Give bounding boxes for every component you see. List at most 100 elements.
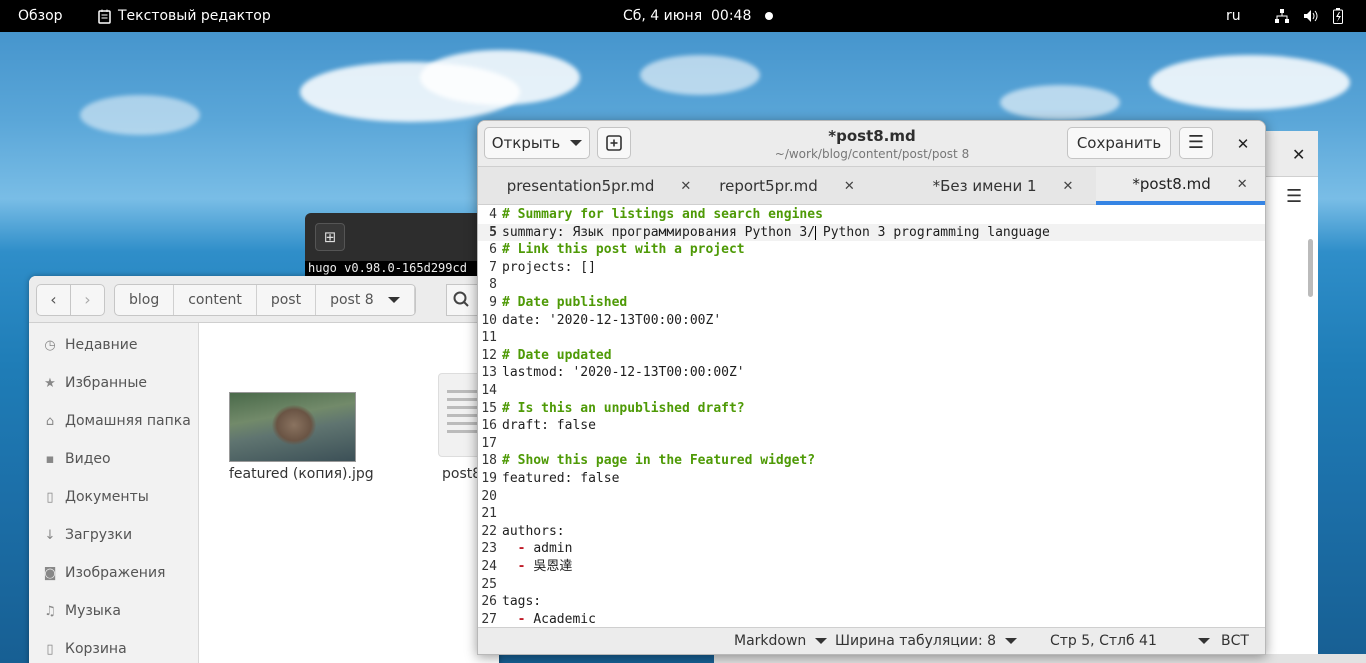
open-button[interactable]: Открыть (484, 127, 590, 159)
code-line[interactable]: 19 featured: false (478, 470, 1265, 488)
chevron-down-icon (815, 638, 828, 644)
tab[interactable]: *post8.md ✕ (1096, 167, 1265, 205)
file-name[interactable]: post8 (442, 466, 481, 482)
text-editor-window: Открыть *post8.md ~/work/blog/content/po… (477, 120, 1266, 655)
code-line[interactable]: 8 (478, 276, 1265, 294)
close-tab-icon[interactable]: ✕ (1063, 179, 1074, 194)
new-tab-icon[interactable]: ⊞ (315, 223, 345, 251)
code-line[interactable]: 14 (478, 382, 1265, 400)
code-line[interactable]: 20 (478, 488, 1265, 506)
comment-text: # Date updated (502, 347, 612, 363)
video-icon: ▪ (45, 451, 55, 467)
sidebar-item-trash[interactable]: ▯ Корзина (43, 637, 126, 661)
sidebar-item-downloads[interactable]: ↓ Загрузки (43, 523, 133, 547)
sidebar-item-recent[interactable]: ◷ Недавние (43, 333, 137, 357)
close-icon[interactable]: ✕ (1292, 145, 1305, 164)
code-line[interactable]: 17 (478, 435, 1265, 453)
file-manager-header: ‹ › blog content post post 8 (29, 276, 499, 323)
close-icon[interactable]: ✕ (1230, 134, 1256, 154)
list-item-text: Academic (533, 611, 596, 627)
sidebar-item-music[interactable]: ♫ Музыка (43, 599, 121, 623)
breadcrumb-item[interactable]: content (174, 285, 257, 315)
text-editor-area[interactable]: 4 # Summary for listings and search engin… (478, 205, 1265, 627)
sidebar-item-documents[interactable]: ▯ Документы (43, 485, 148, 509)
code-text: authors: (502, 523, 565, 539)
language-label: Markdown (734, 633, 807, 649)
list-bullet: - (502, 611, 534, 627)
status-bar: Markdown Ширина табуляции: 8 Стр 5, Стлб… (478, 627, 1265, 654)
code-line[interactable]: 10 date: '2020-12-13T00:00:00Z' (478, 312, 1265, 330)
comment-text: # Date published (502, 295, 628, 310)
top-bar: Обзор Текстовый редактор Сб, 4 июня 00:4… (0, 0, 1366, 32)
code-line[interactable]: 25 (478, 576, 1265, 594)
image-thumbnail[interactable] (229, 392, 356, 462)
code-line[interactable]: 9 # Date published (478, 294, 1265, 312)
code-line[interactable]: 21 (478, 505, 1265, 523)
sidebar-item-starred[interactable]: ★ Избранные (43, 371, 147, 395)
code-line[interactable]: 13 lastmod: '2020-12-13T00:00:00Z' (478, 364, 1265, 382)
code-line[interactable]: 11 (478, 329, 1265, 347)
code-text: date: '2020-12-13T00:00:00Z' (502, 312, 722, 328)
sidebar-item-pictures[interactable]: ◙ Изображения (43, 561, 166, 585)
breadcrumb-item[interactable]: post (257, 285, 317, 315)
file-name[interactable]: featured (копия).jpg (229, 466, 374, 482)
code-line[interactable]: 26 tags: (478, 593, 1265, 611)
list-bullet: - (502, 559, 534, 574)
trash-icon: ▯ (46, 641, 54, 657)
close-tab-icon[interactable]: ✕ (680, 179, 691, 194)
clock[interactable]: Сб, 4 июня 00:48 (623, 0, 751, 32)
line-number: 13 (481, 365, 497, 381)
app-menu[interactable]: Текстовый редактор (98, 0, 271, 32)
code-line[interactable]: 22 authors: (478, 523, 1265, 541)
music-icon: ♫ (44, 603, 56, 619)
close-tab-icon[interactable]: ✕ (844, 179, 855, 194)
code-line[interactable]: 24 - 吳恩達 (478, 558, 1265, 576)
code-line[interactable]: 5 summary: Язык программирования Python 3… (478, 223, 1265, 242)
tab-width-selector[interactable]: Ширина табуляции: 8 (835, 633, 1018, 649)
hamburger-menu-icon[interactable]: ☰ (1179, 127, 1213, 159)
back-button[interactable]: ‹ (36, 284, 71, 316)
insert-mode[interactable]: ВСТ (1221, 633, 1249, 649)
code-text: lastmod: '2020-12-13T00:00:00Z' (502, 365, 745, 381)
code-line[interactable]: 16 draft: false (478, 417, 1265, 435)
code-line[interactable]: 27 - Academic (478, 611, 1265, 627)
language-selector[interactable]: Markdown (734, 633, 828, 649)
code-line[interactable]: 15 # Is this an unpublished draft? (478, 400, 1265, 418)
code-line[interactable]: 18 # Show this page in the Featured widge… (478, 452, 1265, 470)
tab[interactable]: *Без имени 1 ✕ (909, 167, 1097, 205)
system-menu[interactable] (1275, 0, 1343, 32)
cloud (80, 95, 200, 135)
forward-button[interactable]: › (70, 284, 105, 316)
scrollbar[interactable] (1308, 239, 1313, 297)
close-tab-icon[interactable]: ✕ (1237, 177, 1248, 192)
activities-button[interactable]: Обзор (18, 0, 63, 32)
tab[interactable]: report5pr.md ✕ (693, 167, 881, 205)
cursor-position-selector[interactable]: Стр 5, Стлб 41 (1050, 633, 1210, 649)
code-line[interactable]: 7 projects: [] (478, 259, 1265, 277)
breadcrumb-item-current[interactable]: post 8 (316, 285, 415, 315)
line-number: 5 (489, 224, 497, 240)
code-line[interactable]: 12 # Date updated (478, 347, 1265, 365)
sidebar-item-videos[interactable]: ▪ Видео (43, 447, 111, 471)
line-number: 17 (481, 435, 497, 451)
new-document-button[interactable] (597, 127, 631, 159)
open-button-label: Открыть (491, 134, 561, 152)
input-language[interactable]: ru (1226, 0, 1241, 32)
sidebar-item-home[interactable]: ⌂ Домашняя папка (43, 409, 191, 433)
code-line[interactable]: 23 - admin (478, 540, 1265, 558)
code-line[interactable]: 6 # Link this post with a project (478, 241, 1265, 259)
search-button[interactable] (446, 284, 478, 316)
text-line (447, 414, 477, 417)
tab-label: report5pr.md (719, 177, 818, 195)
breadcrumb-item[interactable]: blog (115, 285, 175, 315)
line-number: 6 (489, 242, 497, 258)
code-line[interactable]: 4 # Summary for listings and search engin… (478, 206, 1265, 224)
save-button[interactable]: Сохранить (1067, 127, 1171, 159)
text-line (447, 390, 477, 393)
line-number: 7 (489, 259, 497, 275)
code-text: featured: false (502, 471, 620, 486)
hamburger-menu-icon[interactable]: ☰ (1286, 186, 1302, 207)
clock-icon: ◷ (44, 337, 56, 353)
tab[interactable]: presentation5pr.md ✕ (505, 167, 693, 205)
sidebar-item-label: Домашняя папка (65, 413, 191, 429)
